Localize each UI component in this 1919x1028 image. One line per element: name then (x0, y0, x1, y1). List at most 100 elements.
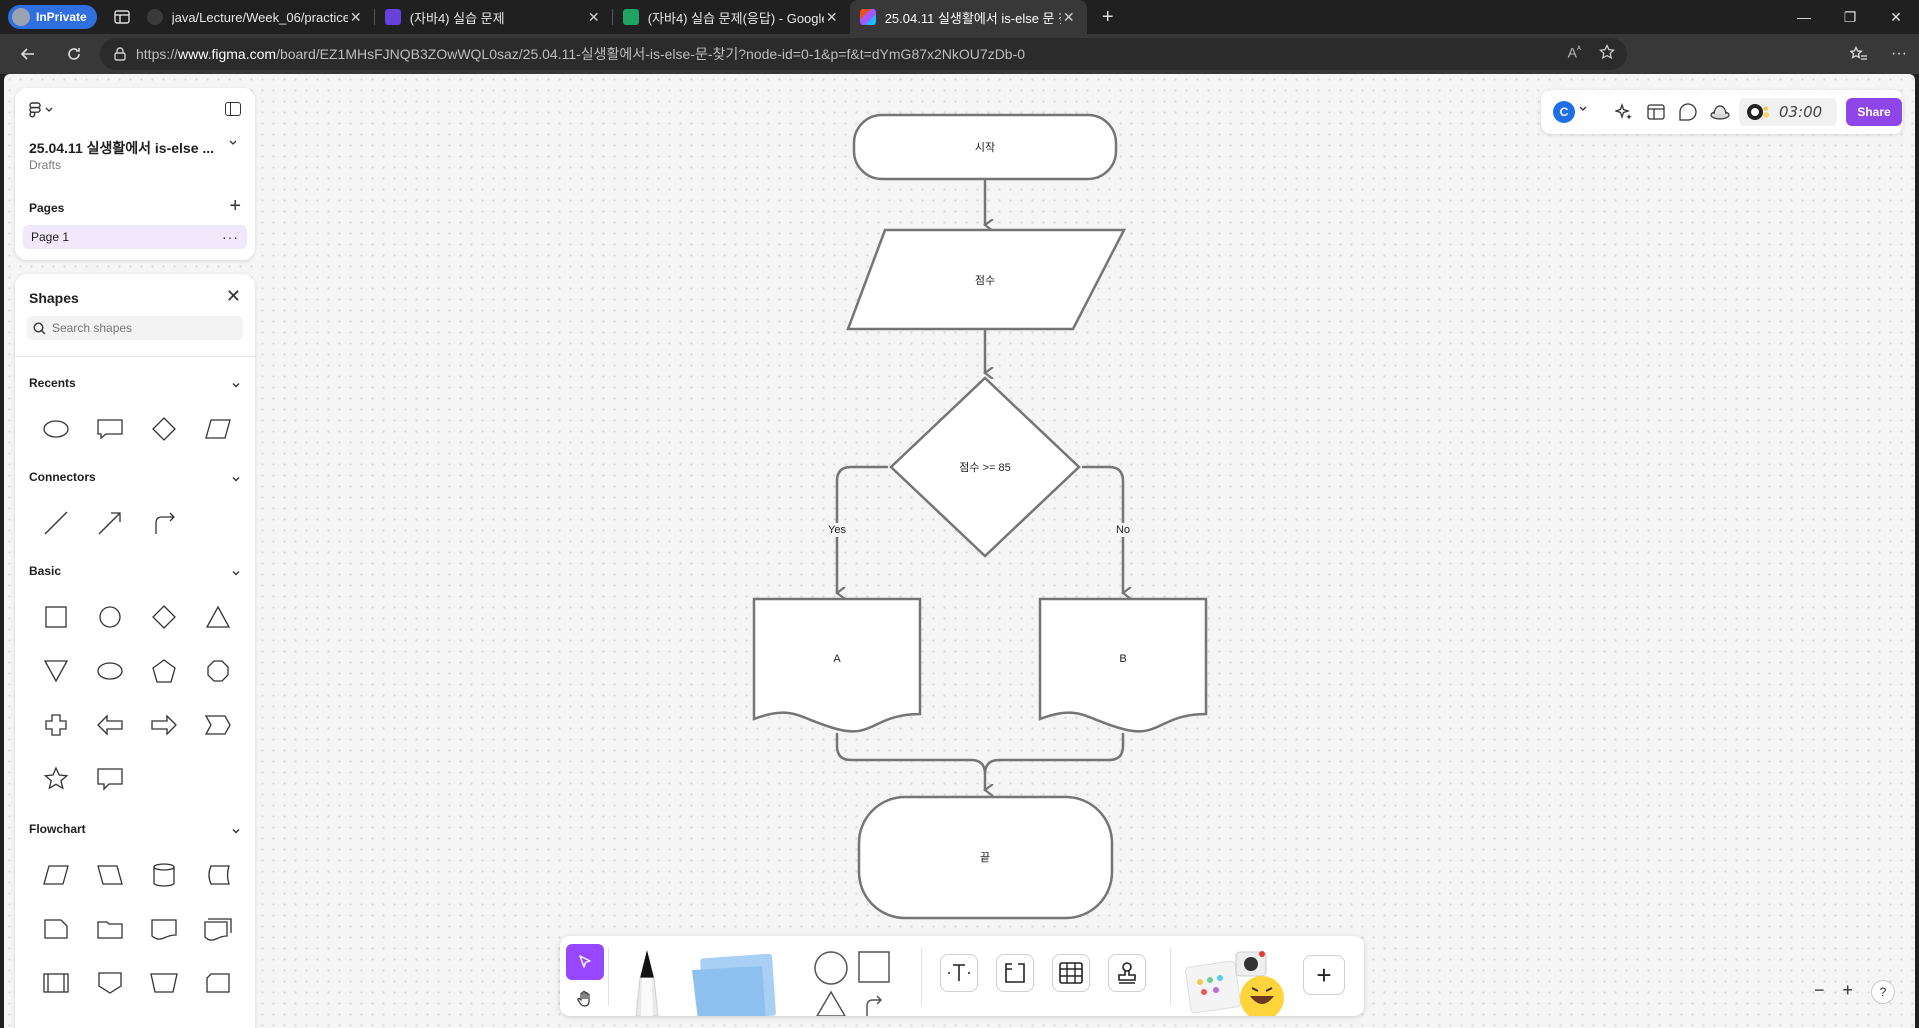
close-window-button[interactable]: ✕ (1873, 0, 1919, 34)
more-tools-button[interactable]: + (1303, 955, 1345, 995)
share-button[interactable]: Share (1846, 98, 1902, 126)
shape-chevron[interactable] (201, 708, 235, 742)
shape-star[interactable] (39, 762, 73, 796)
file-location[interactable]: Drafts (29, 158, 61, 172)
move-tool-button[interactable] (566, 944, 604, 980)
browser-tab-github[interactable]: java/Lecture/Week_06/practice/P ✕ (137, 0, 374, 34)
figjam-canvas[interactable]: 시작 점수 점수 >= 85 Yes No A B 끝 25.04.11 실생활… (4, 74, 1915, 1028)
chevron-down-icon[interactable] (1579, 106, 1587, 112)
yes-edge-label[interactable]: Yes (826, 523, 848, 537)
close-tab-icon[interactable]: ✕ (824, 9, 840, 26)
start-label[interactable]: 시작 (975, 139, 995, 155)
back-button[interactable] (10, 38, 46, 70)
restore-button[interactable]: ❐ (1827, 0, 1873, 34)
hand-tool-button[interactable] (570, 986, 600, 1012)
shape-search[interactable] (27, 316, 243, 340)
connector-line[interactable] (39, 506, 73, 540)
shape-pentagon[interactable] (147, 654, 181, 688)
shape-circle[interactable] (93, 600, 127, 634)
widgets-emoji-tool[interactable] (1184, 946, 1294, 1016)
connector-arrow[interactable] (93, 506, 127, 540)
favorites-icon[interactable] (1839, 38, 1879, 70)
shape-stored-data[interactable] (201, 858, 235, 892)
shape-cross[interactable] (39, 708, 73, 742)
read-aloud-icon[interactable]: Aᴬ (1568, 44, 1581, 63)
shape-diamond[interactable] (147, 412, 181, 446)
search-shapes-input[interactable] (52, 321, 232, 335)
inprivate-badge[interactable]: InPrivate (8, 5, 97, 29)
shape-predefined-process[interactable] (39, 966, 73, 1000)
new-tab-button[interactable]: + (1093, 2, 1123, 32)
shape-off-page-connector[interactable] (93, 966, 127, 1000)
end-label[interactable]: 끝 (980, 849, 990, 865)
chevron-down-icon[interactable] (231, 474, 241, 484)
chevron-down-icon[interactable] (229, 140, 237, 146)
section-connectors[interactable]: Connectors (29, 470, 96, 484)
shape-callout[interactable] (93, 762, 127, 796)
zoom-out-button[interactable]: − (1814, 980, 1825, 1004)
no-edge-label[interactable]: No (1113, 523, 1133, 537)
shape-document[interactable] (147, 912, 181, 946)
browser-tab-forms[interactable]: (자바4) 실습 문제 ✕ (375, 0, 612, 34)
refresh-button[interactable] (56, 38, 92, 70)
shape-octagon[interactable] (201, 654, 235, 688)
input-label[interactable]: 점수 (975, 272, 995, 288)
templates-icon[interactable] (1645, 101, 1667, 123)
shape-triangle-down[interactable] (39, 654, 73, 688)
shape-arrow-right[interactable] (147, 708, 181, 742)
shape-off-page[interactable] (39, 912, 73, 946)
shape-diamond[interactable] (147, 600, 181, 634)
favorite-star-icon[interactable] (1598, 43, 1616, 63)
close-tab-icon[interactable]: ✕ (348, 9, 364, 26)
shape-multi-document[interactable] (201, 912, 235, 946)
address-bar[interactable]: https://www.figma.com/board/EZ1MHsFJNQB3… (100, 38, 1627, 70)
shape-folder[interactable] (93, 912, 127, 946)
browser-tab-figma[interactable]: 25.04.11 실생활에서 is-else 문 찾 ✕ (849, 0, 1087, 34)
close-tab-icon[interactable]: ✕ (1061, 9, 1077, 26)
chevron-down-icon[interactable] (231, 380, 241, 390)
text-tool-button[interactable] (940, 954, 978, 992)
page-item-page-1[interactable]: Page 1 ··· (23, 225, 247, 249)
chevron-down-icon[interactable] (231, 826, 241, 836)
sticky-note-tool[interactable] (688, 950, 784, 1016)
lock-icon[interactable] (114, 47, 126, 61)
add-page-button[interactable]: + (229, 195, 241, 218)
more-menu-icon[interactable]: ··· (1879, 38, 1919, 70)
file-title[interactable]: 25.04.11 실생활에서 is-else ... (29, 138, 214, 158)
comment-icon[interactable] (1677, 101, 1699, 123)
shape-ellipse[interactable] (93, 654, 127, 688)
shape-triangle[interactable] (201, 600, 235, 634)
section-basic[interactable]: Basic (29, 564, 61, 578)
ai-sparkle-icon[interactable] (1613, 101, 1635, 123)
url-text[interactable]: https://www.figma.com/board/EZ1MHsFJNQB3… (136, 44, 1025, 64)
doc-b-label[interactable]: B (1119, 653, 1126, 665)
section-flowchart[interactable]: Flowchart (29, 822, 86, 836)
chevron-down-icon[interactable] (231, 568, 241, 578)
timer-widget[interactable]: 03:00 (1739, 98, 1837, 126)
shape-data[interactable] (39, 858, 73, 892)
shape-arrow-left[interactable] (93, 708, 127, 742)
shapes-tool[interactable] (813, 950, 893, 1016)
decision-label[interactable]: 점수 >= 85 (959, 459, 1010, 475)
marker-pen-tool[interactable] (622, 946, 672, 1016)
close-icon[interactable]: ✕ (226, 286, 241, 307)
doc-a-label[interactable]: A (833, 653, 840, 665)
shape-speech-bubble[interactable] (93, 412, 127, 446)
page-options-icon[interactable]: ··· (222, 225, 239, 249)
section-recents[interactable]: Recents (29, 376, 76, 390)
hat-icon[interactable] (1709, 101, 1731, 123)
shape-ellipse[interactable] (39, 412, 73, 446)
browser-tab-sheets[interactable]: (자바4) 실습 문제(응답) - Google ✕ (613, 0, 850, 34)
shape-manual-operation[interactable] (93, 858, 127, 892)
stamp-tool-button[interactable] (1108, 954, 1146, 992)
shape-parallelogram[interactable] (201, 412, 235, 446)
connector-elbow[interactable] (147, 506, 181, 540)
user-avatar[interactable]: C (1553, 101, 1575, 123)
table-tool-button[interactable] (1052, 954, 1090, 992)
tab-actions-icon[interactable] (107, 2, 137, 32)
sidebar-toggle-icon[interactable] (225, 102, 241, 116)
zoom-in-button[interactable]: + (1842, 980, 1853, 1004)
help-button[interactable]: ? (1871, 980, 1895, 1004)
shape-database[interactable] (147, 858, 181, 892)
main-menu-button[interactable] (29, 102, 53, 118)
